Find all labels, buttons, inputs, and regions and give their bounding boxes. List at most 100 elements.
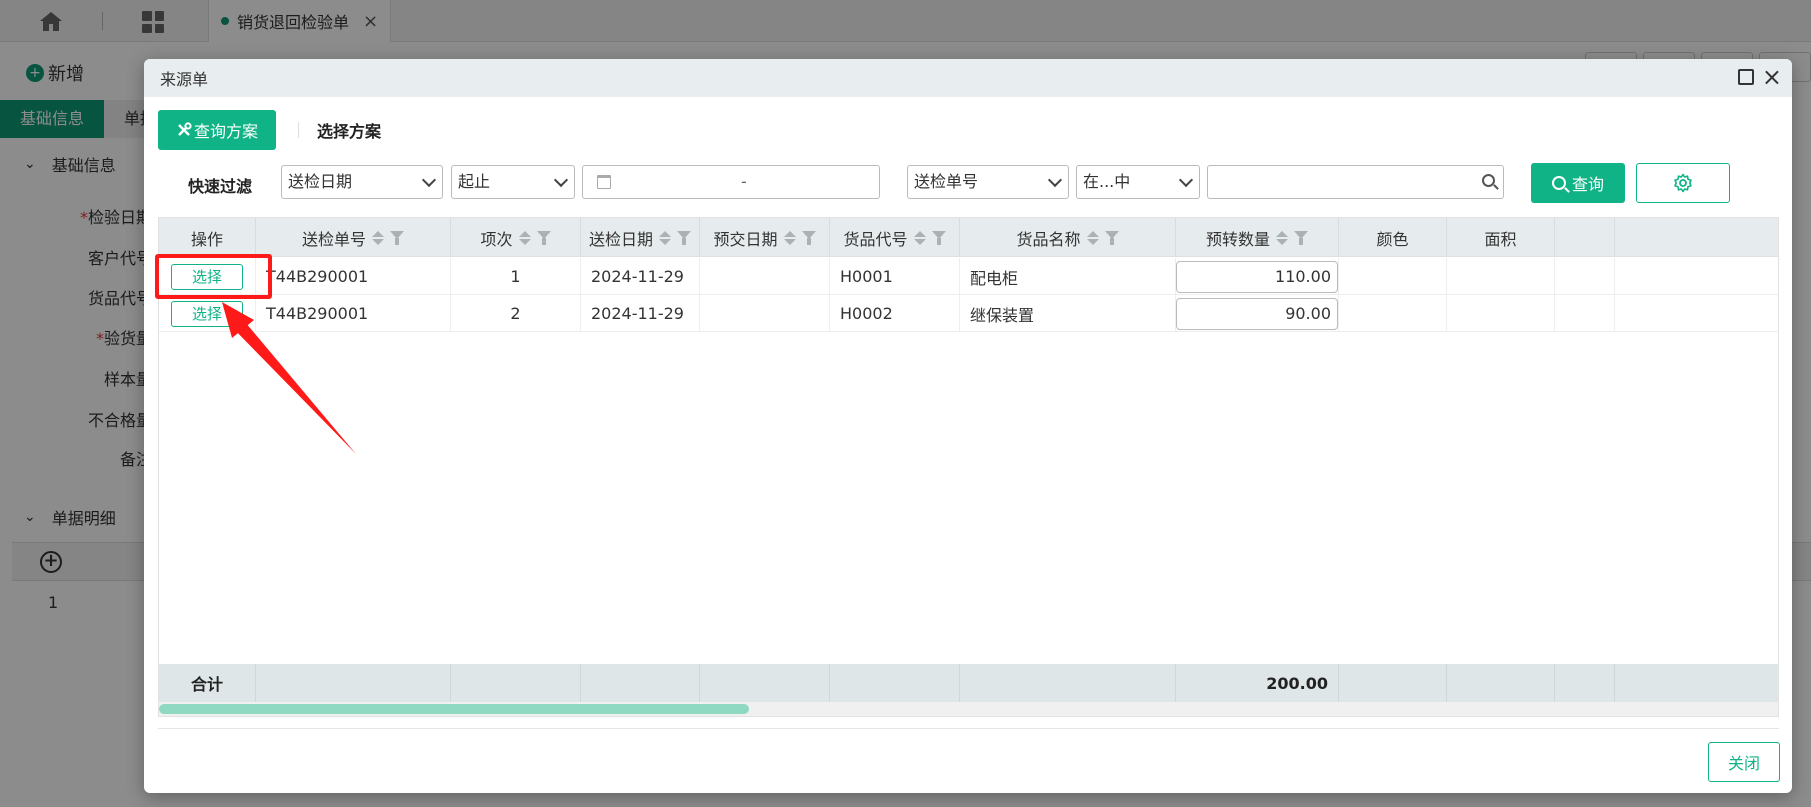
col-header-more — [1555, 218, 1615, 257]
col-header-goods-name[interactable]: 货品名称 — [960, 218, 1176, 257]
cell-more — [1555, 258, 1615, 295]
source-doc-dialog: 来源单 × 查询方案 选择方案 快速过滤 送检日期 起止 - 送检单号 在...… — [144, 59, 1792, 793]
cell-more — [1555, 295, 1615, 332]
source-doc-table: 操作 送检单号 项次 送检日期 预交日期 货品代号 货品名称 预转数量 颜色 面… — [158, 217, 1779, 717]
cell-area — [1447, 258, 1555, 295]
cell-goods-name: 继保装置 — [960, 295, 1176, 332]
cell-qty: 90.00 — [1176, 295, 1339, 332]
sort-icon[interactable] — [518, 230, 531, 245]
total-qty: 200.00 — [1176, 664, 1339, 702]
cell-goods-code: H0001 — [830, 258, 960, 295]
maximize-icon[interactable] — [1738, 69, 1754, 85]
cell-color — [1339, 295, 1447, 332]
query-plan-label: 查询方案 — [194, 122, 259, 141]
col-header-qty[interactable]: 预转数量 — [1176, 218, 1339, 257]
query-button[interactable]: 查询 — [1531, 163, 1625, 203]
filter-icon[interactable] — [1294, 230, 1308, 245]
filter2-operator-select[interactable]: 在...中 — [1076, 165, 1200, 199]
qty-input[interactable]: 90.00 — [1176, 297, 1338, 330]
divider — [298, 122, 300, 138]
query-plan-bar: 查询方案 选择方案 — [158, 110, 381, 150]
col-header-doc-no[interactable]: 送检单号 — [256, 218, 451, 257]
highlight-box — [155, 254, 272, 299]
chevron-down-icon — [1047, 172, 1063, 188]
filter-icon[interactable] — [536, 230, 551, 245]
filter-icon[interactable] — [1104, 230, 1119, 245]
col-header-area: 面积 — [1447, 218, 1555, 257]
col-header-action: 操作 — [159, 218, 256, 257]
filter-icon[interactable] — [801, 230, 816, 245]
total-cell — [451, 664, 581, 702]
chevron-down-icon — [553, 172, 569, 188]
sort-icon[interactable] — [783, 230, 796, 245]
select-plan-link[interactable]: 选择方案 — [317, 118, 381, 142]
cell-goods-name: 配电柜 — [960, 258, 1176, 295]
cell-due-date — [700, 258, 830, 295]
sort-icon[interactable] — [372, 230, 384, 245]
query-button-label: 查询 — [1571, 175, 1604, 194]
close-icon[interactable]: × — [1762, 62, 1782, 92]
cell-area — [1447, 295, 1555, 332]
gear-icon — [1674, 173, 1692, 193]
filter1-operator-select[interactable]: 起止 — [451, 165, 575, 199]
scrollbar-thumb[interactable] — [159, 704, 749, 714]
sort-icon[interactable] — [1276, 230, 1288, 245]
sort-icon[interactable] — [659, 230, 671, 245]
col-header-item[interactable]: 项次 — [451, 218, 581, 257]
total-cell — [1339, 664, 1447, 702]
settings-button[interactable] — [1636, 163, 1730, 203]
date-range-input[interactable]: - — [582, 165, 880, 199]
total-cell — [830, 664, 960, 702]
filter1-field-select[interactable]: 送检日期 — [281, 165, 443, 199]
cell-qty: 110.00 — [1176, 258, 1339, 295]
col-header-goods-code[interactable]: 货品代号 — [830, 218, 960, 257]
divider — [158, 728, 1779, 729]
cell-doc-no: T44B290001 — [256, 258, 451, 295]
query-plan-button[interactable]: 查询方案 — [158, 110, 277, 150]
total-cell — [1555, 664, 1615, 702]
cell-action: 选择 — [159, 295, 256, 332]
total-cell — [1447, 664, 1555, 702]
sort-icon[interactable] — [1086, 230, 1099, 245]
filter-icon[interactable] — [390, 230, 404, 245]
cell-item: 2 — [451, 295, 581, 332]
date-range-separator: - — [741, 172, 747, 191]
dialog-title-bar: 来源单 — [144, 59, 1792, 97]
chevron-down-icon — [421, 172, 437, 188]
close-button[interactable]: 关闭 — [1708, 742, 1780, 782]
table-row: 选择 T44B290001 2 2024-11-29 H0002 继保装置 90… — [159, 295, 1778, 332]
col-header-due-date[interactable]: 预交日期 — [700, 218, 830, 257]
cell-date: 2024-11-29 — [581, 295, 700, 332]
search-icon — [1551, 176, 1566, 190]
quick-filter-label: 快速过滤 — [188, 177, 253, 196]
qty-input[interactable]: 110.00 — [1176, 260, 1338, 293]
cell-doc-no: T44B290001 — [256, 295, 451, 332]
calendar-icon — [597, 175, 611, 189]
sort-icon[interactable] — [913, 230, 926, 245]
tools-icon — [178, 122, 192, 136]
table-row: 选择 T44B290001 1 2024-11-29 H0001 配电柜 110… — [159, 258, 1778, 295]
filter-icon[interactable] — [931, 230, 946, 245]
cell-date: 2024-11-29 — [581, 258, 700, 295]
horizontal-scrollbar[interactable] — [159, 702, 1778, 716]
filter-icon[interactable] — [677, 230, 691, 245]
table-footer-total: 合计 200.00 — [159, 664, 1778, 702]
chevron-down-icon — [1178, 172, 1194, 188]
total-cell — [960, 664, 1176, 702]
select-button[interactable]: 选择 — [171, 300, 243, 327]
filter2-value-input[interactable] — [1207, 165, 1504, 199]
search-icon — [1482, 174, 1495, 187]
table-header: 操作 送检单号 项次 送检日期 预交日期 货品代号 货品名称 预转数量 颜色 面… — [159, 218, 1778, 257]
filter2-field-select[interactable]: 送检单号 — [907, 165, 1069, 199]
dialog-title: 来源单 — [160, 70, 209, 89]
cell-item: 1 — [451, 258, 581, 295]
col-header-color: 颜色 — [1339, 218, 1447, 257]
col-header-date[interactable]: 送检日期 — [581, 218, 700, 257]
total-cell — [256, 664, 451, 702]
cell-color — [1339, 258, 1447, 295]
total-cell — [700, 664, 830, 702]
total-cell — [581, 664, 700, 702]
quick-filter-row: 快速过滤 送检日期 起止 - 送检单号 在...中 查询 — [144, 163, 1792, 203]
cell-goods-code: H0002 — [830, 295, 960, 332]
total-label: 合计 — [159, 664, 256, 702]
